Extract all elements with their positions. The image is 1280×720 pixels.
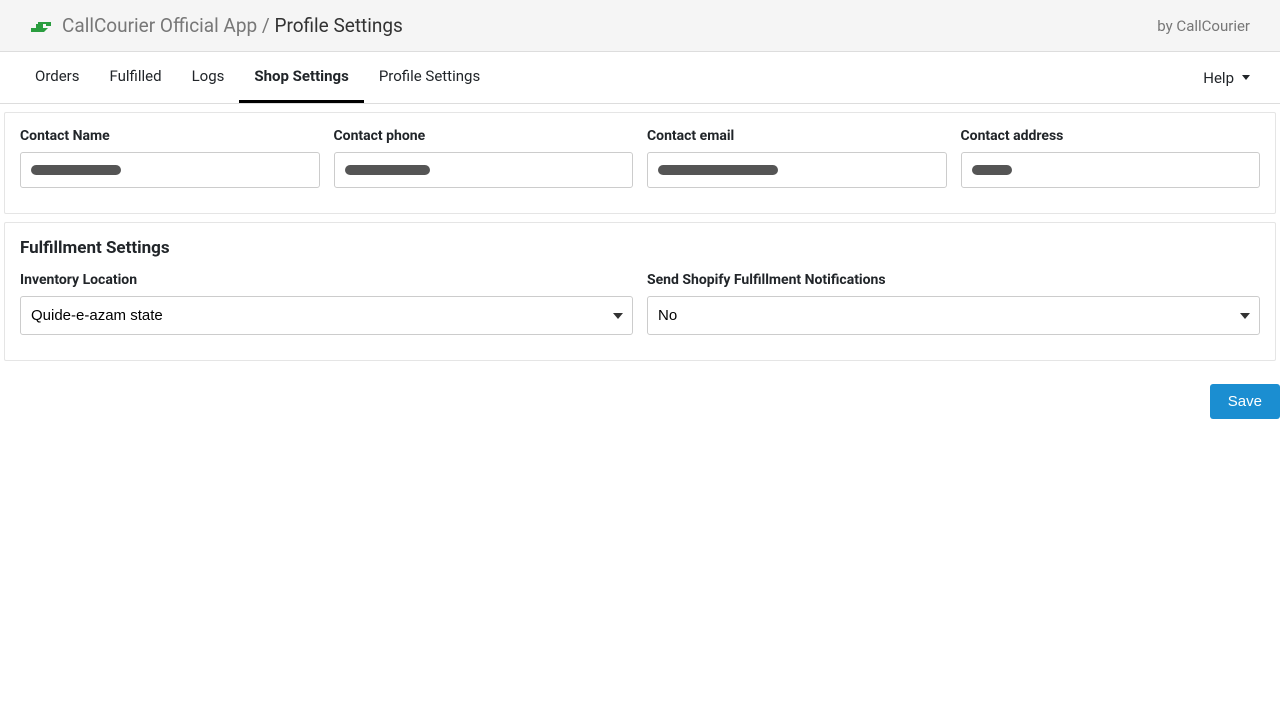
contact-phone-input[interactable] xyxy=(334,152,634,188)
inventory-location-select-wrap: Quide-e-azam state xyxy=(20,296,633,335)
contact-name-group: Contact Name xyxy=(20,128,320,188)
notifications-group: Send Shopify Fulfillment Notifications N… xyxy=(647,272,1260,335)
breadcrumb-separator: / xyxy=(262,14,270,37)
inventory-location-group: Inventory Location Quide-e-azam state xyxy=(20,272,633,335)
redacted-text xyxy=(31,165,121,175)
header-left: CallCourier Official App / Profile Setti… xyxy=(30,14,403,37)
contact-card: Contact Name Contact phone Contact email… xyxy=(4,112,1276,214)
tab-shop-settings[interactable]: Shop Settings xyxy=(239,52,363,103)
contact-email-label: Contact email xyxy=(647,128,947,144)
contact-name-input[interactable] xyxy=(20,152,320,188)
tab-logs[interactable]: Logs xyxy=(177,52,240,103)
inventory-location-label: Inventory Location xyxy=(20,272,633,288)
tabs: Orders Fulfilled Logs Shop Settings Prof… xyxy=(20,52,495,103)
tab-profile-settings[interactable]: Profile Settings xyxy=(364,52,495,103)
contact-email-input[interactable] xyxy=(647,152,947,188)
notifications-select[interactable]: No xyxy=(647,296,1260,335)
tabs-bar: Orders Fulfilled Logs Shop Settings Prof… xyxy=(0,52,1280,104)
breadcrumb: CallCourier Official App / Profile Setti… xyxy=(62,14,403,37)
contact-email-group: Contact email xyxy=(647,128,947,188)
save-button[interactable]: Save xyxy=(1210,384,1280,419)
contact-address-label: Contact address xyxy=(961,128,1261,144)
inventory-location-select[interactable]: Quide-e-azam state xyxy=(20,296,633,335)
redacted-text xyxy=(658,165,778,175)
tab-orders[interactable]: Orders xyxy=(20,52,95,103)
contact-phone-group: Contact phone xyxy=(334,128,634,188)
notifications-select-wrap: No xyxy=(647,296,1260,335)
breadcrumb-page-title: Profile Settings xyxy=(274,14,402,37)
by-vendor-text: by CallCourier xyxy=(1157,17,1250,35)
fulfillment-section-title: Fulfillment Settings xyxy=(20,238,1260,258)
notifications-label: Send Shopify Fulfillment Notifications xyxy=(647,272,1260,288)
contact-name-label: Contact Name xyxy=(20,128,320,144)
breadcrumb-app-name[interactable]: CallCourier Official App xyxy=(62,14,257,37)
fulfillment-row: Inventory Location Quide-e-azam state Se… xyxy=(20,272,1260,335)
help-button[interactable]: Help xyxy=(1193,54,1260,102)
fulfillment-card: Fulfillment Settings Inventory Location … xyxy=(4,222,1276,361)
contact-row: Contact Name Contact phone Contact email… xyxy=(20,128,1260,188)
redacted-text xyxy=(345,165,430,175)
help-label: Help xyxy=(1203,69,1234,87)
contact-address-input[interactable] xyxy=(961,152,1261,188)
contact-phone-label: Contact phone xyxy=(334,128,634,144)
tab-fulfilled[interactable]: Fulfilled xyxy=(95,52,177,103)
callcourier-logo-icon xyxy=(30,19,52,33)
redacted-text xyxy=(972,165,1012,175)
chevron-down-icon xyxy=(1242,75,1250,80)
contact-address-group: Contact address xyxy=(961,128,1261,188)
app-header: CallCourier Official App / Profile Setti… xyxy=(0,0,1280,52)
save-row: Save xyxy=(0,369,1280,419)
